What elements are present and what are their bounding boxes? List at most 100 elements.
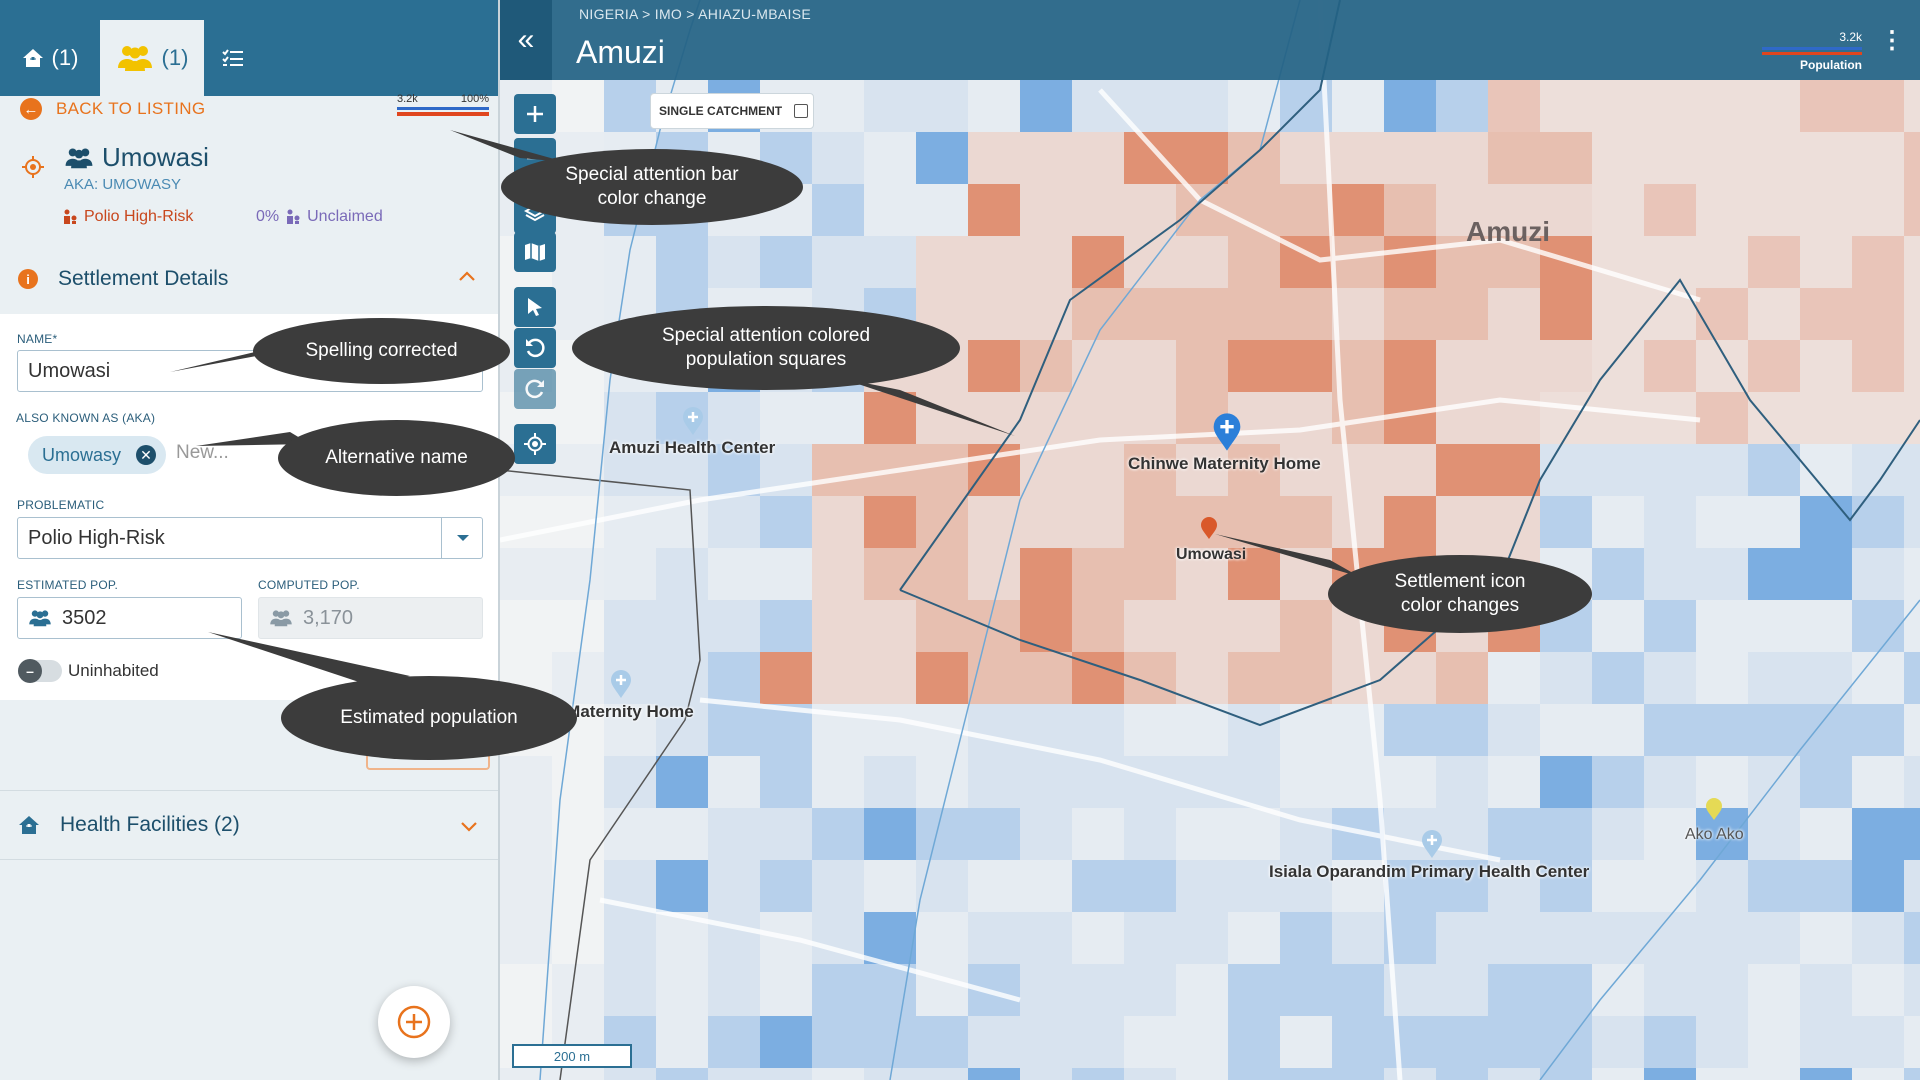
population-square: [1904, 80, 1920, 132]
estimated-pop-field[interactable]: 3502: [17, 597, 242, 639]
population-square: [1072, 1016, 1124, 1068]
population-square: [708, 1068, 760, 1080]
population-square: [1748, 496, 1800, 548]
health-facility-pin[interactable]: [1211, 412, 1243, 452]
population-square: [1332, 912, 1384, 964]
population-square: [812, 652, 864, 704]
population-square: [500, 808, 552, 860]
population-square: [1488, 80, 1540, 132]
population-square: [708, 704, 760, 756]
locate-button[interactable]: [514, 424, 556, 464]
population-square: [604, 496, 656, 548]
population-square: [1384, 704, 1436, 756]
population-square: [1748, 808, 1800, 860]
population-square: [1072, 444, 1124, 496]
population-square: [1852, 860, 1904, 912]
select-tool-button[interactable]: [514, 287, 556, 327]
population-square: [1124, 236, 1176, 288]
health-facility-pin[interactable]: [609, 669, 633, 699]
population-square: [1436, 1068, 1488, 1080]
population-square: [968, 392, 1020, 444]
population-square: [656, 1016, 708, 1068]
population-square: [812, 392, 864, 444]
collapse-panel-icon[interactable]: «: [500, 0, 552, 80]
population-square: [1592, 1068, 1644, 1080]
population-square: [1644, 444, 1696, 496]
chevron-down-icon[interactable]: [460, 821, 478, 833]
redo-button[interactable]: [514, 369, 556, 409]
population-square: [1592, 756, 1644, 808]
population-square: [1384, 340, 1436, 392]
name-label: NAME*: [17, 332, 58, 346]
basemap-button[interactable]: [514, 232, 556, 272]
population-square: [1540, 912, 1592, 964]
population-square: [604, 1068, 656, 1080]
remove-chip-icon[interactable]: ✕: [136, 445, 156, 465]
home-icon: [22, 49, 43, 67]
population-square: [500, 548, 552, 600]
dropdown-icon[interactable]: [441, 518, 483, 558]
add-button[interactable]: [378, 986, 450, 1058]
population-square: [1436, 340, 1488, 392]
population-square: [1696, 444, 1748, 496]
more-menu-icon[interactable]: ⋮: [1880, 26, 1904, 55]
population-square: [968, 236, 1020, 288]
population-square: [1904, 808, 1920, 860]
callout-bar-text: Special attention bar color change: [565, 164, 739, 209]
population-square: [1644, 236, 1696, 288]
locate-settlement-icon[interactable]: [22, 156, 44, 178]
health-facilities-header[interactable]: Health Facilities (2): [0, 790, 498, 860]
population-square: [1592, 340, 1644, 392]
population-square: [1436, 756, 1488, 808]
population-square: [552, 444, 604, 496]
population-square: [968, 1016, 1020, 1068]
population-square: [1072, 964, 1124, 1016]
back-label: BACK TO LISTING: [56, 99, 206, 118]
population-square: [604, 80, 656, 132]
population-square: [916, 236, 968, 288]
population-square: [1228, 496, 1280, 548]
single-catchment-checkbox[interactable]: [794, 104, 809, 118]
population-square: [1696, 392, 1748, 444]
tab-settlements[interactable]: (1): [100, 20, 204, 96]
population-square: [1696, 912, 1748, 964]
aka-new-input[interactable]: New...: [176, 442, 229, 464]
population-square: [1592, 496, 1644, 548]
undo-button[interactable]: [514, 328, 556, 368]
population-square: [656, 1068, 708, 1080]
population-square: [708, 652, 760, 704]
checklist-icon: [222, 49, 243, 66]
unclaimed-percent: 0%: [256, 208, 280, 225]
health-facility-pin[interactable]: [681, 406, 705, 436]
population-square: [656, 756, 708, 808]
population-square: [1384, 652, 1436, 704]
population-square: [1748, 80, 1800, 132]
settlement-pin[interactable]: [1704, 797, 1724, 821]
population-square: [1800, 132, 1852, 184]
callout-bar-color: Special attention bar color change: [501, 149, 803, 225]
population-legend: 3.2k Population: [1762, 30, 1862, 72]
population-square: [864, 652, 916, 704]
population-square: [1904, 444, 1920, 496]
back-to-listing-link[interactable]: ← BACK TO LISTING: [20, 98, 205, 120]
population-square: [916, 912, 968, 964]
population-square: [1644, 496, 1696, 548]
settlement-pin[interactable]: [1199, 516, 1219, 540]
population-square: [864, 860, 916, 912]
single-catchment-toggle[interactable]: SINGLE CATCHMENT: [650, 93, 814, 129]
uninhabited-toggle[interactable]: –: [18, 659, 62, 683]
tab-facilities[interactable]: (1): [0, 20, 100, 96]
chevron-up-icon[interactable]: [458, 270, 476, 282]
population-square: [1332, 444, 1384, 496]
population-square: [1748, 652, 1800, 704]
tab-checklist[interactable]: [208, 20, 258, 96]
settlement-details-header[interactable]: i Settlement Details: [0, 244, 498, 314]
health-facility-pin[interactable]: [1420, 829, 1444, 859]
zoom-in-button[interactable]: [514, 94, 556, 134]
population-square: [916, 80, 968, 132]
population-square: [1436, 964, 1488, 1016]
population-square: [1124, 704, 1176, 756]
plus-circle-icon: [397, 1005, 431, 1039]
population-square: [1540, 756, 1592, 808]
problematic-select[interactable]: Polio High-Risk: [17, 517, 483, 559]
